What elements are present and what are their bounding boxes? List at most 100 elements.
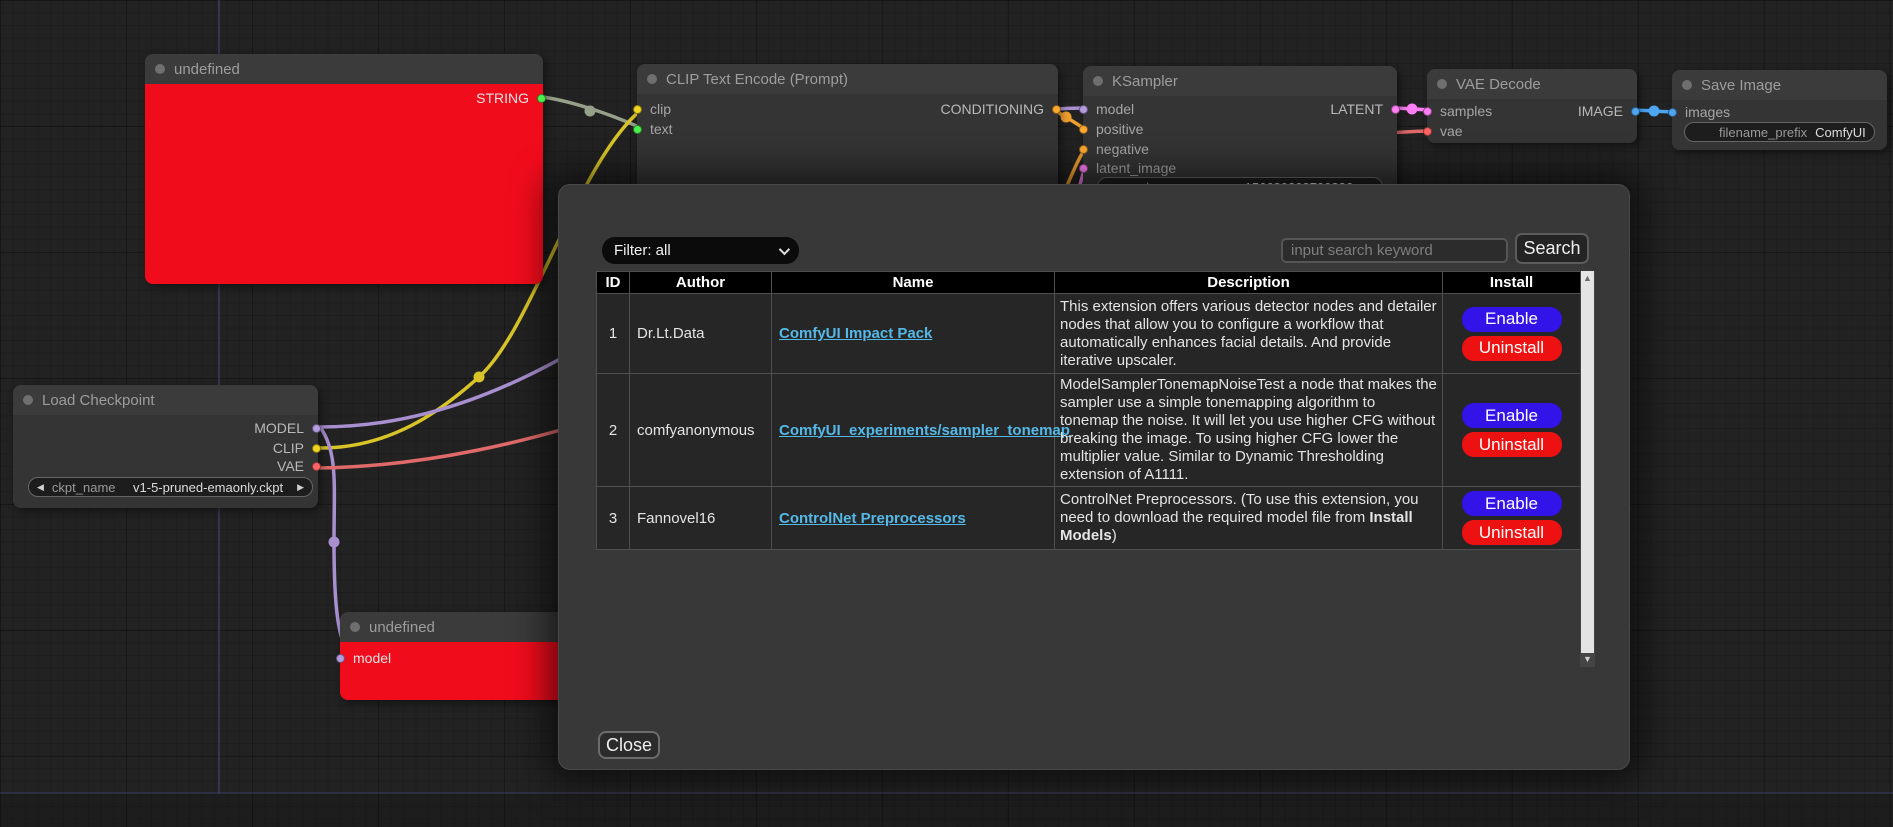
widget-value: ComfyUI [1815, 125, 1866, 140]
vae-port-icon[interactable] [1423, 127, 1432, 136]
extension-link[interactable]: ControlNet Preprocessors [779, 510, 966, 527]
latent-port-icon[interactable] [1079, 164, 1088, 173]
collapse-dot-icon[interactable] [1093, 76, 1103, 86]
latent-port-icon[interactable] [1423, 107, 1432, 116]
conditioning-port-icon[interactable] [1079, 145, 1088, 154]
latent-port-icon[interactable] [1391, 105, 1400, 114]
node-load-checkpoint[interactable]: Load Checkpoint MODEL CLIP VAE ◀ ckpt_na… [13, 385, 318, 508]
input-model[interactable]: model [1089, 100, 1134, 118]
input-label: positive [1096, 121, 1143, 137]
uninstall-button[interactable]: Uninstall [1462, 336, 1562, 361]
clip-port-icon[interactable] [312, 444, 321, 453]
search-button[interactable]: Search [1515, 233, 1589, 264]
next-arrow-icon[interactable]: ▶ [297, 482, 304, 493]
scrollbar-thumb[interactable] [1581, 271, 1594, 653]
scrollbar-track[interactable]: ▲ ▼ [1580, 271, 1595, 667]
node-titlebar[interactable]: Save Image [1672, 70, 1887, 100]
wire-samples-middot [1407, 104, 1418, 115]
node-titlebar[interactable]: undefined [145, 54, 543, 84]
node-titlebar[interactable]: undefined [340, 612, 580, 642]
extension-link[interactable]: ComfyUI_experiments/sampler_tonemap [779, 422, 1070, 439]
cell-install: Enable Uninstall [1443, 294, 1581, 374]
wire-positive-middot [1061, 112, 1072, 123]
enable-button[interactable]: Enable [1462, 403, 1562, 428]
node-undefined-bottom[interactable]: undefined model [340, 612, 580, 700]
extension-link[interactable]: ComfyUI Impact Pack [779, 325, 932, 342]
close-button[interactable]: Close [598, 731, 660, 759]
output-label: STRING [476, 90, 529, 106]
input-text[interactable]: text [643, 120, 673, 138]
uninstall-button[interactable]: Uninstall [1462, 520, 1562, 545]
cell-description: ControlNet Preprocessors. (To use this e… [1055, 487, 1443, 550]
collapse-dot-icon[interactable] [350, 622, 360, 632]
collapse-dot-icon[interactable] [647, 74, 657, 84]
output-clip[interactable]: CLIP [273, 439, 312, 457]
input-images[interactable]: images [1678, 103, 1730, 121]
input-model[interactable]: model [346, 649, 391, 667]
wire-model-middot [329, 537, 340, 548]
cell-author: Dr.Lt.Data [630, 294, 772, 374]
clip-port-icon[interactable] [633, 105, 642, 114]
enable-button[interactable]: Enable [1462, 491, 1562, 516]
collapse-dot-icon[interactable] [1437, 79, 1447, 89]
filter-dropdown[interactable]: Filter: all [602, 237, 799, 264]
conditioning-port-icon[interactable] [1052, 105, 1061, 114]
node-undefined-top[interactable]: undefined STRING [145, 54, 543, 284]
output-string[interactable]: STRING [476, 89, 537, 107]
model-port-icon[interactable] [336, 654, 345, 663]
output-label: VAE [277, 458, 304, 474]
node-title-label: undefined [174, 61, 240, 78]
input-label: model [353, 650, 391, 666]
text-port-icon[interactable] [633, 125, 642, 134]
output-conditioning[interactable]: CONDITIONING [941, 100, 1052, 118]
collapse-dot-icon[interactable] [155, 64, 165, 74]
wire-images-middot [1649, 106, 1660, 117]
input-latent-image[interactable]: latent_image [1089, 159, 1176, 177]
node-titlebar[interactable]: VAE Decode [1427, 69, 1637, 99]
node-titlebar[interactable]: CLIP Text Encode (Prompt) [637, 64, 1058, 94]
output-model[interactable]: MODEL [254, 419, 312, 437]
node-titlebar[interactable]: KSampler [1083, 66, 1397, 96]
node-title-label: CLIP Text Encode (Prompt) [666, 71, 848, 88]
enable-button[interactable]: Enable [1462, 307, 1562, 332]
node-save-image[interactable]: Save Image images filename_prefix ComfyU… [1672, 70, 1887, 150]
image-port-icon[interactable] [1668, 108, 1677, 117]
vae-port-icon[interactable] [312, 462, 321, 471]
scroll-down-icon[interactable]: ▼ [1580, 654, 1595, 664]
cell-id: 3 [597, 487, 630, 550]
input-vae[interactable]: vae [1433, 122, 1463, 140]
scroll-up-icon[interactable]: ▲ [1580, 273, 1595, 283]
extension-table-scroll[interactable]: ID Author Name Description Install 1 Dr.… [596, 271, 1595, 667]
cell-author: comfyanonymous [630, 374, 772, 487]
output-label: IMAGE [1578, 103, 1623, 119]
collapse-dot-icon[interactable] [1682, 80, 1692, 90]
string-port-icon[interactable] [537, 94, 546, 103]
search-input[interactable] [1281, 238, 1508, 263]
filename-prefix-widget[interactable]: filename_prefix ComfyUI [1684, 122, 1875, 142]
output-image[interactable]: IMAGE [1578, 102, 1631, 120]
header-author: Author [630, 272, 772, 294]
cell-description: This extension offers various detector n… [1055, 294, 1443, 374]
widget-label: filename_prefix [1719, 125, 1807, 140]
input-positive[interactable]: positive [1089, 120, 1143, 138]
filter-selected-value: Filter: all [614, 242, 671, 259]
node-body-error: STRING [145, 84, 543, 284]
model-port-icon[interactable] [312, 424, 321, 433]
uninstall-button[interactable]: Uninstall [1462, 432, 1562, 457]
output-latent[interactable]: LATENT [1330, 100, 1391, 118]
input-negative[interactable]: negative [1089, 140, 1149, 158]
node-vae-decode[interactable]: VAE Decode samples vae IMAGE [1427, 69, 1637, 143]
conditioning-port-icon[interactable] [1079, 125, 1088, 134]
ckpt-name-widget[interactable]: ◀ ckpt_name v1-5-pruned-emaonly.ckpt ▶ [28, 477, 313, 497]
prev-arrow-icon[interactable]: ◀ [37, 482, 44, 493]
node-title-label: Save Image [1701, 77, 1781, 94]
collapse-dot-icon[interactable] [23, 395, 33, 405]
input-clip[interactable]: clip [643, 100, 671, 118]
node-titlebar[interactable]: Load Checkpoint [13, 385, 318, 415]
output-label: CLIP [273, 440, 304, 456]
cell-install: Enable Uninstall [1443, 374, 1581, 487]
input-samples[interactable]: samples [1433, 102, 1492, 120]
model-port-icon[interactable] [1079, 105, 1088, 114]
output-vae[interactable]: VAE [277, 457, 312, 475]
image-port-icon[interactable] [1631, 107, 1640, 116]
